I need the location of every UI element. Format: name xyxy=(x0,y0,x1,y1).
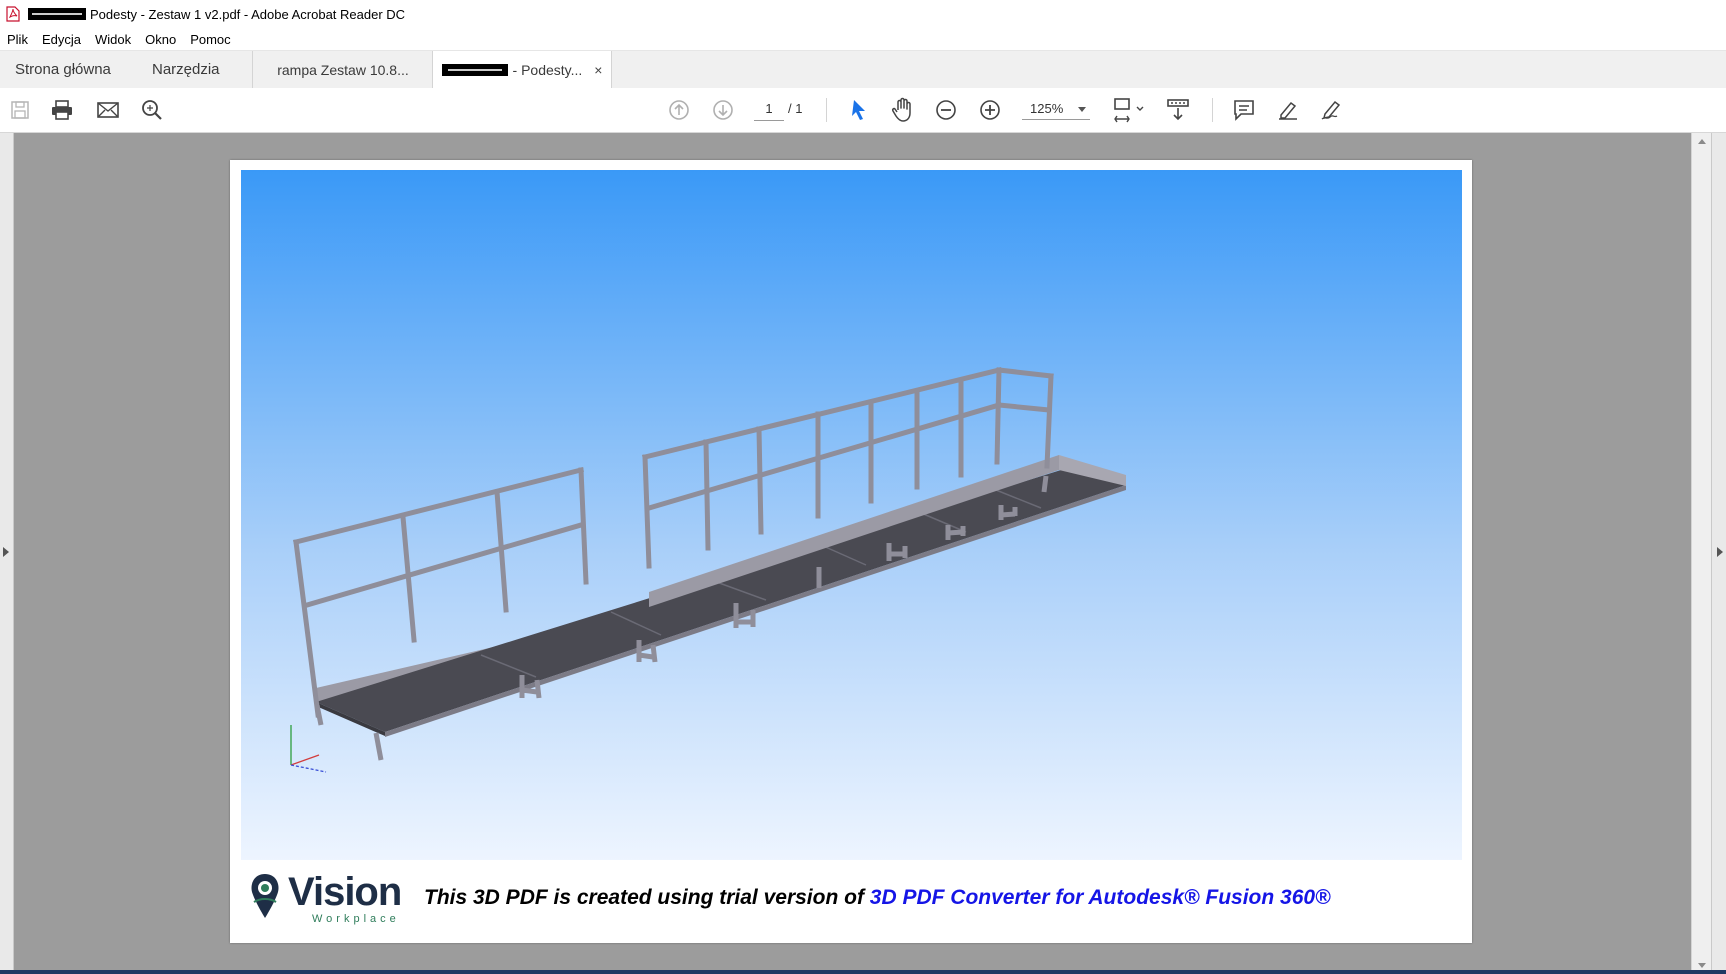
fit-page-button[interactable] xyxy=(1110,96,1148,124)
highlight-button[interactable] xyxy=(1274,96,1302,124)
sign-icon xyxy=(1321,100,1341,120)
acrobat-icon xyxy=(6,6,20,22)
logo-word: Vision xyxy=(288,870,402,914)
tab-home[interactable]: Strona główna xyxy=(15,51,145,88)
menu-view[interactable]: Widok xyxy=(88,32,138,47)
hand-tool-button[interactable] xyxy=(889,96,917,124)
email-button[interactable] xyxy=(94,96,122,124)
select-tool-button[interactable] xyxy=(845,96,873,124)
zoom-out-icon xyxy=(936,100,956,120)
email-icon xyxy=(97,102,119,118)
close-tab-icon[interactable]: × xyxy=(594,62,602,78)
trial-product-link[interactable]: 3D PDF Converter for Autodesk® Fusion 36… xyxy=(870,886,1331,909)
vertical-scrollbar[interactable] xyxy=(1691,133,1712,974)
previous-page-button[interactable] xyxy=(665,96,693,124)
search-icon xyxy=(142,100,162,120)
zoom-in-button[interactable] xyxy=(976,96,1004,124)
menu-bar: Plik Edycja Widok Okno Pomoc xyxy=(0,28,238,50)
print-icon xyxy=(52,100,72,120)
zoom-out-button[interactable] xyxy=(932,96,960,124)
scroll-down-icon[interactable] xyxy=(1698,963,1706,968)
expand-right-panel-icon[interactable] xyxy=(1717,547,1723,557)
scroll-mode-button[interactable] xyxy=(1164,96,1192,124)
sign-button[interactable] xyxy=(1318,96,1346,124)
logo-subtitle: Workplace xyxy=(312,913,400,925)
search-button[interactable] xyxy=(138,96,166,124)
hand-icon xyxy=(892,97,911,122)
toolbar-divider xyxy=(826,98,827,122)
previous-page-icon xyxy=(669,100,689,120)
zoom-level-value: 125% xyxy=(1030,101,1064,116)
tab-document-rampa[interactable]: rampa Zestaw 10.8... xyxy=(252,51,434,88)
tab-tools[interactable]: Narzędzia xyxy=(152,51,252,88)
zoom-in-icon xyxy=(980,100,1000,120)
next-page-button[interactable] xyxy=(709,96,737,124)
right-panel-toggle[interactable] xyxy=(1711,133,1726,974)
next-page-icon xyxy=(713,100,733,120)
redacted-filename xyxy=(28,8,86,20)
redacted-tab-name xyxy=(441,64,508,76)
pdf-page: Vision Workplace This 3D PDF is created … xyxy=(230,160,1472,943)
menu-window[interactable]: Okno xyxy=(138,32,183,47)
highlight-icon xyxy=(1279,101,1297,120)
3d-model-view[interactable] xyxy=(241,170,1462,862)
page-total: / 1 xyxy=(788,101,803,116)
title-bar: Podesty - Zestaw 1 v2.pdf - Adobe Acroba… xyxy=(0,0,1726,28)
menu-help[interactable]: Pomoc xyxy=(183,32,237,47)
menu-edit[interactable]: Edycja xyxy=(35,32,88,47)
left-panel-toggle[interactable] xyxy=(0,133,14,974)
taskbar-edge xyxy=(0,970,1726,974)
save-button[interactable] xyxy=(6,96,34,124)
document-viewer[interactable]: Vision Workplace This 3D PDF is created … xyxy=(0,133,1726,974)
trial-watermark-footer: Vision Workplace This 3D PDF is created … xyxy=(230,860,1472,943)
fit-page-icon xyxy=(1114,98,1144,123)
tab-bar: Strona główna Narzędzia rampa Zestaw 10.… xyxy=(0,50,1726,89)
menu-file[interactable]: Plik xyxy=(0,32,35,47)
expand-left-panel-icon[interactable] xyxy=(3,547,9,557)
chevron-down-icon xyxy=(1078,107,1086,112)
comment-button[interactable] xyxy=(1230,96,1258,124)
scene-background xyxy=(241,170,1462,862)
vision-workplace-logo: Vision Workplace xyxy=(248,870,408,930)
zoom-level-dropdown[interactable]: 125% xyxy=(1022,98,1090,120)
print-button[interactable] xyxy=(48,96,76,124)
save-icon xyxy=(11,101,29,119)
toolbar: 1 / 1 125% xyxy=(0,88,1726,133)
window-title: Podesty - Zestaw 1 v2.pdf - Adobe Acroba… xyxy=(90,6,406,22)
scroll-up-icon[interactable] xyxy=(1698,139,1706,144)
scroll-mode-icon xyxy=(1167,99,1189,121)
vision-pin-icon xyxy=(251,874,279,918)
toolbar-divider xyxy=(1212,98,1213,122)
select-cursor-icon xyxy=(852,100,865,120)
tab-document-podesty[interactable]: - Podesty... × xyxy=(432,51,612,89)
comment-icon xyxy=(1234,100,1254,121)
tab-document-label: - Podesty... xyxy=(512,62,583,78)
page-number-input[interactable]: 1 xyxy=(754,98,784,121)
trial-notice: This 3D PDF is created using trial versi… xyxy=(424,886,1331,910)
trial-notice-text: This 3D PDF is created using trial versi… xyxy=(424,886,864,909)
